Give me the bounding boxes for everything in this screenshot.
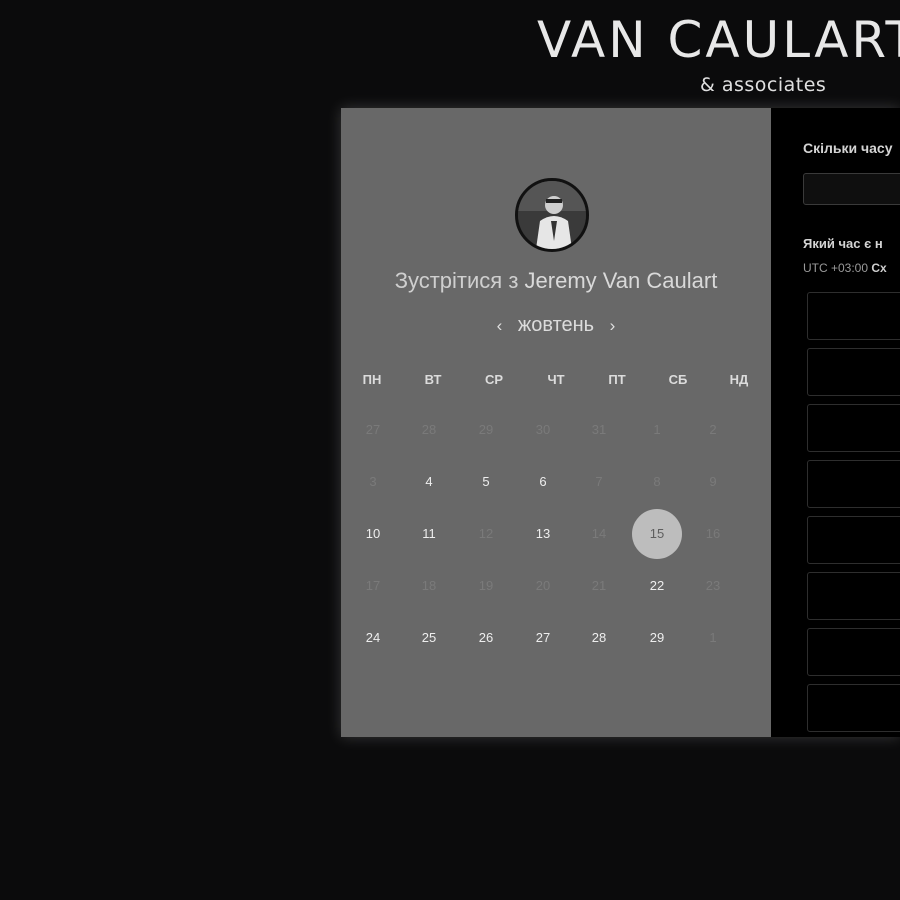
calendar-day[interactable]: 25 <box>409 618 449 658</box>
calendar-day[interactable]: 13 <box>523 514 563 554</box>
time-slot[interactable] <box>807 348 900 396</box>
calendar-day: 31 <box>591 422 607 437</box>
time-slot[interactable] <box>807 516 900 564</box>
calendar-day: 7 <box>595 474 603 489</box>
calendar-day: 2 <box>709 422 717 437</box>
calendar-day[interactable]: 11 <box>409 514 449 554</box>
calendar-day: 19 <box>478 578 494 593</box>
calendar-day[interactable]: 22 <box>637 566 677 606</box>
calendar-day[interactable]: 10 <box>353 514 393 554</box>
time-slot[interactable] <box>807 460 900 508</box>
calendar-day[interactable]: 6 <box>523 462 563 502</box>
time-slot[interactable] <box>807 628 900 676</box>
calendar-day[interactable]: 27 <box>523 618 563 658</box>
calendar-day[interactable]: 29 <box>637 618 677 658</box>
weekday-header: ВТ <box>424 372 442 387</box>
calendar-day: 1 <box>709 630 717 645</box>
calendar-panel: Зустрітися з Jeremy Van Caulart ‹ жовтен… <box>341 108 771 737</box>
time-slot[interactable] <box>807 572 900 620</box>
prev-month-icon[interactable]: ‹ <box>487 316 513 336</box>
calendar-day: 21 <box>591 578 607 593</box>
time-slot[interactable] <box>807 404 900 452</box>
timezone-offset: UTC +03:00 <box>803 261 869 275</box>
calendar-day: 3 <box>369 474 377 489</box>
weekday-header: ПН <box>362 372 382 387</box>
host-name: Jeremy Van Caulart <box>524 268 718 293</box>
weekday-header: ЧТ <box>547 372 565 387</box>
calendar-day: 30 <box>535 422 551 437</box>
weekday-header: СР <box>484 372 504 387</box>
calendar-day-selected[interactable]: 15 <box>632 509 682 559</box>
calendar-day: 14 <box>591 526 607 541</box>
booking-panel: Скільки часу Який час є н UTC +03:00 Сх <box>771 108 900 737</box>
calendar-day: 18 <box>421 578 437 593</box>
calendar-day[interactable]: 5 <box>466 462 506 502</box>
calendar-day: 28 <box>421 422 437 437</box>
host-avatar <box>515 178 589 252</box>
calendar-day[interactable]: 24 <box>353 618 393 658</box>
timezone-label: UTC +03:00 Сх <box>803 261 887 275</box>
logo-title: VAN CAULART <box>537 11 900 69</box>
calendar-day: 8 <box>653 474 661 489</box>
calendar-day: 9 <box>709 474 717 489</box>
weekday-header: НД <box>729 372 749 387</box>
calendar-day: 20 <box>535 578 551 593</box>
time-slot[interactable] <box>807 684 900 732</box>
booking-card: Зустрітися з Jeremy Van Caulart ‹ жовтен… <box>341 108 900 737</box>
calendar-day: 1 <box>653 422 661 437</box>
duration-select[interactable] <box>803 173 900 205</box>
calendar-day: 16 <box>705 526 721 541</box>
calendar-day: 12 <box>478 526 494 541</box>
host-prefix: Зустрітися з <box>394 268 519 293</box>
next-month-icon[interactable]: › <box>600 316 626 336</box>
month-navigation: ‹ жовтень › <box>341 314 771 337</box>
time-question: Який час є н <box>803 236 883 251</box>
timezone-name: Сх <box>871 261 887 275</box>
weekday-header: СБ <box>668 372 688 387</box>
calendar-day[interactable]: 26 <box>466 618 506 658</box>
duration-question: Скільки часу <box>803 140 893 156</box>
time-slot[interactable] <box>807 292 900 340</box>
calendar-day: 27 <box>365 422 381 437</box>
host-heading: Зустрітися з Jeremy Van Caulart <box>341 268 771 294</box>
logo-subtitle: & associates <box>700 74 827 96</box>
calendar-day[interactable]: 4 <box>409 462 449 502</box>
calendar-day[interactable]: 28 <box>579 618 619 658</box>
calendar-day: 17 <box>365 578 381 593</box>
month-label: жовтень <box>517 314 595 336</box>
calendar-day: 23 <box>705 578 721 593</box>
weekday-header: ПТ <box>608 372 626 387</box>
calendar-day: 29 <box>478 422 494 437</box>
